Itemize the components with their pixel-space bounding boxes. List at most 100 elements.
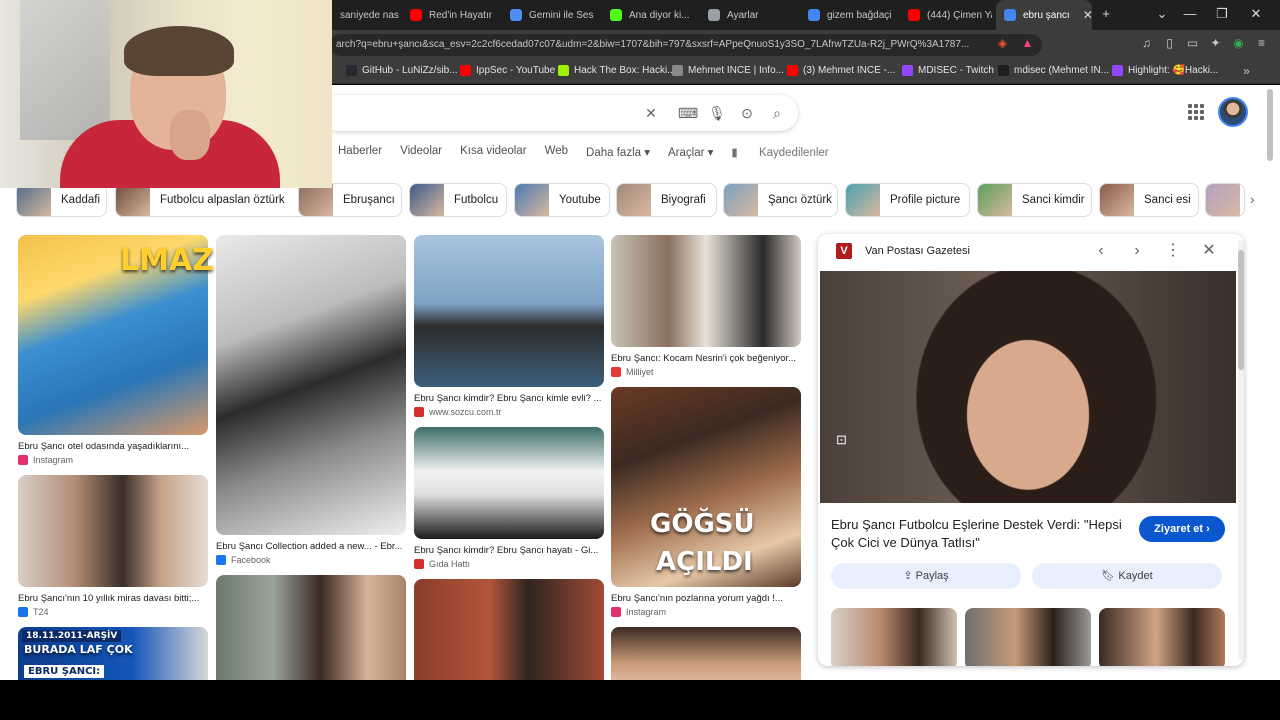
sidebar-icon[interactable]: ▯ [1163,37,1176,50]
search-nav-item[interactable]: Araçlar ▾ [668,145,713,159]
image-result-source[interactable]: T24 [18,607,49,617]
image-result-title[interactable]: Ebru Şancı kimdir? Ebru Şancı kimle evli… [414,393,604,404]
related-search-chip[interactable]: Şancı öztürk [723,183,838,217]
browser-tab[interactable]: ebru şancı ✕ [996,0,1092,30]
media-icon[interactable]: ♫ [1140,37,1153,50]
browser-tab[interactable]: Ayarlar [700,0,790,30]
tab-search-icon[interactable]: ⌄ [1152,6,1172,22]
browser-tab[interactable]: Ana diyor ki... [602,0,692,30]
more-options-icon[interactable]: ⋮ [1164,242,1182,260]
lens-icon[interactable]: ⊙ [738,104,756,122]
microphone-icon[interactable]: 🎙 [708,104,726,122]
window-close-icon[interactable]: ✕ [1246,6,1266,22]
preview-image[interactable] [820,271,1236,503]
browser-tab[interactable]: saniyede nas [332,0,400,30]
keyboard-icon[interactable]: ⌨ [678,104,698,122]
image-result-title[interactable]: Ebru Şancı Collection added a new... - E… [216,541,406,552]
leo-ai-icon[interactable]: ✦ [1209,37,1222,50]
account-avatar[interactable] [1218,97,1248,127]
close-preview-icon[interactable]: ✕ [1200,242,1218,260]
image-result-source[interactable]: Gıda Hattı [414,559,470,569]
related-image[interactable] [965,608,1091,666]
browser-tab[interactable]: gizem bağdaçiç [800,0,892,30]
related-image[interactable] [1099,608,1225,666]
image-result-thumbnail[interactable] [611,627,801,680]
bookmark-item[interactable]: (3) Mehmet INCE -... [787,65,895,76]
related-search-chip[interactable]: Sanci kimdir [977,183,1092,217]
image-result-thumbnail[interactable] [216,575,406,680]
save-button[interactable]: 🔖︎ Kaydet [1032,563,1222,589]
search-nav-item[interactable]: Web [545,145,568,159]
image-result-title[interactable]: Ebru Şancı: Kocam Nesrin'i çok beğeniyor… [611,353,801,364]
image-result-title[interactable]: Ebru Şancı kimdir? Ebru Şancı hayatı - G… [414,545,604,556]
maximize-icon[interactable]: ❐ [1212,6,1232,22]
bookmark-item[interactable]: MDISEC - Twitch [902,65,994,76]
brave-rewards-icon[interactable]: ▲ [1021,37,1034,50]
preview-title[interactable]: Ebru Şancı Futbolcu Eşlerine Destek Verd… [831,516,1131,552]
wallet-icon[interactable]: ▭ [1186,37,1199,50]
vpn-icon[interactable]: ◉ [1232,37,1245,50]
share-button[interactable]: ⇪ Paylaş [831,563,1021,589]
related-search-chip[interactable]: Youtube [514,183,610,217]
bookmark-item[interactable]: GitHub - LuNiZz/sib... [346,65,458,76]
tab-label: Gemini ile Sesli [529,9,594,21]
bookmark-item[interactable]: IppSec - YouTube [460,65,555,76]
image-result-title[interactable]: Ebru Şancı'nın 10 yıllık miras davası bi… [18,593,208,604]
image-result-title[interactable]: Ebru Şancı'nın pozlarına yorum yağdı !..… [611,593,801,604]
preview-scrollbar[interactable] [1238,240,1244,660]
visual-search-icon[interactable]: ⊡ [836,432,852,448]
related-search-chip[interactable]: Futbolcu alpaslan öztürk [115,183,308,217]
visit-button[interactable]: Ziyaret et › [1139,516,1225,542]
browser-tab[interactable]: Gemini ile Sesli [502,0,594,30]
related-search-chip[interactable]: Kaddafi [16,183,107,217]
related-search-chip[interactable]: Ebruşancı [298,183,402,217]
clear-search-icon[interactable]: ✕ [642,104,660,122]
image-result-source[interactable]: Facebook [216,555,271,565]
image-result-source[interactable]: Instagram [18,455,73,465]
close-tab-icon[interactable]: ✕ [1083,8,1092,22]
new-tab-button[interactable]: + [1096,6,1116,21]
related-search-chip[interactable]: Futbolcu [409,183,507,217]
bookmark-item[interactable]: Hack The Box: Hacki... [558,65,676,76]
browser-tab[interactable]: Red'in Hayatını [402,0,492,30]
minimize-icon[interactable]: — [1180,6,1200,21]
search-nav-item[interactable]: Daha fazla ▾ [586,145,650,159]
chips-next-icon[interactable]: › [1250,191,1255,207]
image-result-thumbnail[interactable] [18,475,208,587]
more-bookmarks-icon[interactable]: » [1240,65,1253,78]
search-nav-item[interactable]: Haberler [338,145,382,159]
related-search-chip[interactable]: Sanci esi [1099,183,1199,217]
search-icon[interactable]: ⌕ [768,104,786,122]
related-search-chip[interactable]: Biyografi [616,183,717,217]
bookmark-item[interactable]: mdisec (Mehmet IN... [998,65,1109,76]
image-result-thumbnail[interactable] [611,235,801,347]
image-result-source[interactable]: Milliyet [611,367,654,377]
address-bar[interactable]: arch?q=ebru+şancı&sca_esv=2c2cf6cedad07c… [330,34,1042,56]
browser-tab[interactable]: (444) Çimen Yal [900,0,992,30]
search-nav-item[interactable]: Kısa videolar [460,145,526,159]
image-result-thumbnail[interactable] [414,427,604,539]
bookmark-item[interactable]: Highlight: 🥰Hacki... [1112,65,1218,76]
image-result-source[interactable]: www.sozcu.com.tr [414,407,502,417]
related-image[interactable] [831,608,957,666]
menu-icon[interactable]: ≡ [1255,37,1268,50]
saved-link[interactable]: ▮ Kaydedilenler [731,145,846,159]
related-search-chip[interactable] [1205,183,1245,217]
next-image-icon[interactable]: › [1128,242,1146,260]
google-apps-icon[interactable] [1188,104,1204,120]
image-result-thumbnail[interactable] [216,235,406,535]
image-result-title[interactable]: Ebru Şancı otel odasında yaşadıklarını..… [18,441,208,452]
search-nav-item[interactable]: Videolar [400,145,442,159]
preview-source[interactable]: Van Postası Gazetesi [865,245,970,257]
tab-label: gizem bağdaçiç [827,9,892,21]
related-search-chip[interactable]: Profile picture [845,183,970,217]
brave-shield-icon[interactable]: ◈ [996,37,1009,50]
page-scrollbar[interactable] [1266,85,1274,680]
search-box[interactable]: ✕ ⌨ 🎙 ⊙ ⌕ [320,95,798,131]
image-result-source[interactable]: Instagram [611,607,666,617]
prev-image-icon[interactable]: ‹ [1092,242,1110,260]
image-result-thumbnail[interactable] [414,579,604,680]
bookmark-item[interactable]: Mehmet INCE | Info... [672,65,784,76]
image-result-thumbnail[interactable] [414,235,604,387]
tab-label: Ayarlar [727,9,759,21]
